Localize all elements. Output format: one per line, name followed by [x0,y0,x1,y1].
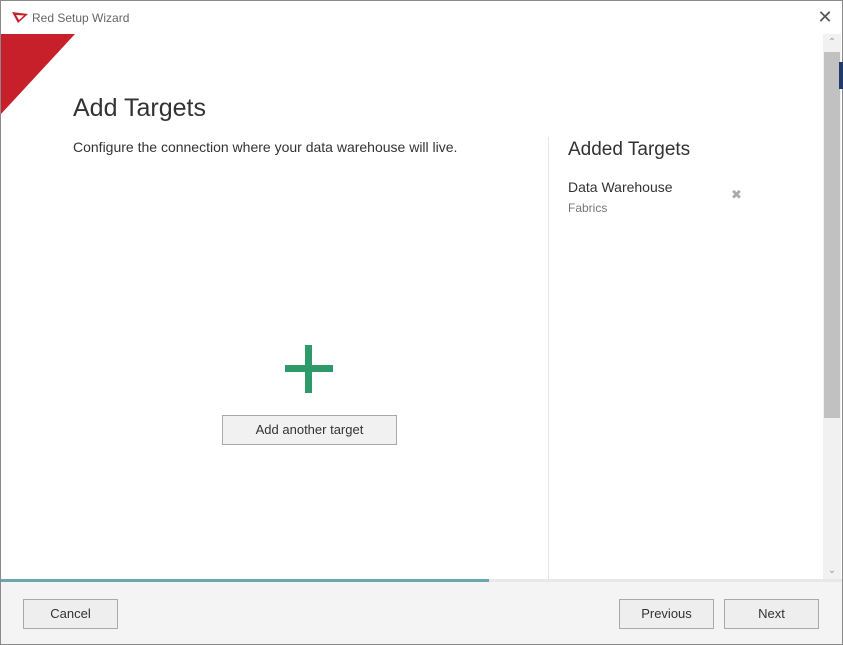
panel-divider [548,137,549,580]
app-logo-icon [12,12,28,23]
next-button[interactable]: Next [724,599,819,629]
plus-icon[interactable] [285,345,333,393]
cancel-button[interactable]: Cancel [23,599,118,629]
brand-corner-decoration [1,34,75,114]
scroll-up-icon[interactable]: ⌃ [823,34,841,51]
added-targets-title: Added Targets [568,139,691,160]
wizard-footer: Cancel Previous Next [1,582,842,644]
page-subtitle: Configure the connection where your data… [73,139,458,155]
page-title: Add Targets [73,94,206,122]
plus-icon-vertical [305,345,312,393]
scrollbar-thumb[interactable] [824,52,840,418]
add-another-target-button[interactable]: Add another target [222,415,397,445]
remove-target-icon[interactable]: ✖ [731,187,742,203]
previous-button[interactable]: Previous [619,599,714,629]
target-name: Data Warehouse [568,179,673,195]
title-bar: Red Setup Wizard ✕ [1,1,842,33]
background-window-edge [839,62,843,89]
close-button[interactable]: ✕ [813,7,837,29]
scroll-down-icon[interactable]: ⌄ [823,562,841,579]
vertical-scrollbar[interactable]: ⌃ ⌄ [823,34,841,580]
target-type: Fabrics [568,201,608,215]
window-title: Red Setup Wizard [32,11,130,25]
setup-wizard-window: Red Setup Wizard ✕ Add Targets Configure… [0,0,843,645]
